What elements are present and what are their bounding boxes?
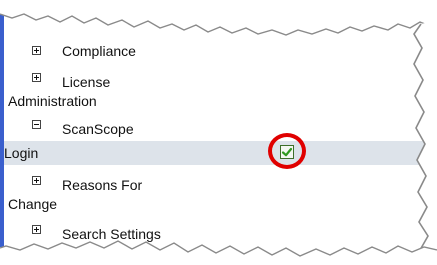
tree-label-scanscope: ScanScope (62, 121, 134, 137)
tree-label-administration: Administration (8, 93, 97, 109)
collapse-minus-icon[interactable] (32, 120, 41, 129)
tree-label-compliance: Compliance (62, 43, 136, 59)
annotation-circle (268, 133, 306, 169)
login-row[interactable] (4, 141, 424, 165)
expand-plus-icon[interactable] (32, 225, 41, 234)
settings-tree: Results Compliance License Administratio… (4, 0, 404, 265)
expand-plus-icon[interactable] (32, 73, 41, 82)
tree-label-search-settings: Search Settings (62, 226, 161, 242)
login-label: Login (4, 145, 39, 161)
expand-plus-icon[interactable] (32, 46, 41, 55)
tree-label-reasons-for: Reasons For (62, 177, 143, 193)
tree-label-change: Change (8, 196, 58, 212)
results-label-partial: Results (4, 0, 51, 12)
screenshot-frame: Results Compliance License Administratio… (0, 0, 437, 265)
tree-label-license: License (62, 74, 111, 90)
expand-plus-icon[interactable] (32, 176, 41, 185)
